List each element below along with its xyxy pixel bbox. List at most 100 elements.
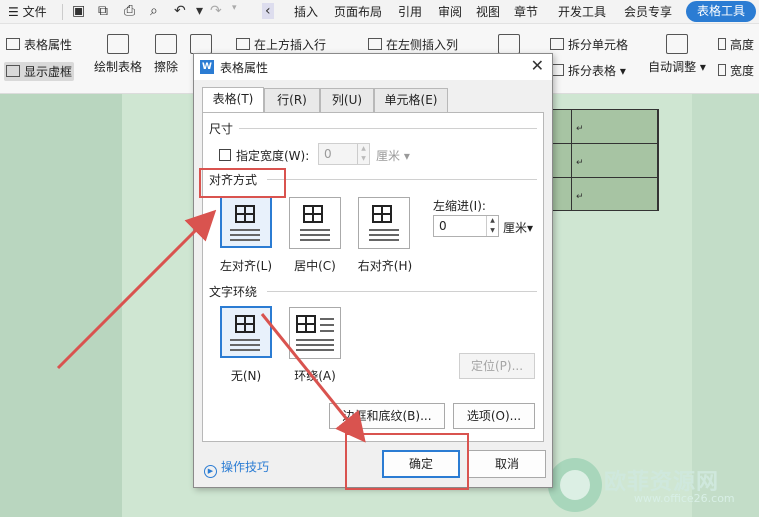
paragraph-mark-icon: ↵ <box>576 192 584 202</box>
wrap-none-option[interactable] <box>220 306 272 358</box>
paragraph-mark-icon: ↵ <box>576 158 584 168</box>
specify-width-label: 指定宽度(W): <box>236 149 310 163</box>
menu-tab-chapter[interactable]: 章节 <box>514 3 538 20</box>
left-indent-value: 0 <box>439 219 447 233</box>
height-field[interactable]: 高度 <box>718 36 754 53</box>
height-label: 高度 <box>730 38 755 52</box>
left-indent-input[interactable]: 0 ▲ ▼ <box>433 215 499 237</box>
table-cell[interactable] <box>571 177 659 211</box>
menu-tab-review[interactable]: 审阅 <box>438 3 462 20</box>
text-line-icon <box>296 349 334 351</box>
gridlines-icon <box>6 65 20 77</box>
draw-table-label: 绘制表格 <box>93 60 142 74</box>
autofit-label: 自动调整 <box>648 60 697 74</box>
delete-table-icon <box>190 34 212 54</box>
paragraph-mark-icon: ↵ <box>576 124 584 134</box>
menu-tab-developer[interactable]: 开发工具 <box>558 3 606 20</box>
redo-icon[interactable]: ↷ <box>210 3 222 19</box>
text-line-icon <box>369 229 399 231</box>
watermark-logo <box>548 458 602 512</box>
save-icon[interactable]: ▣ <box>72 3 85 19</box>
specify-width-checkbox[interactable] <box>219 149 231 161</box>
table-properties-dialog: W 表格属性 ✕ 表格(T) 行(R) 列(U) 单元格(E) 尺寸 指定宽度(… <box>193 53 553 488</box>
file-menu-label: 文件 <box>22 5 47 19</box>
table-cell[interactable] <box>571 109 659 144</box>
text-line-icon <box>369 239 399 241</box>
split-table-label: 拆分表格 <box>568 64 617 78</box>
width-input[interactable]: 0 ▲ ▼ <box>318 143 370 165</box>
split-table-button[interactable]: 拆分表格 ▾ <box>550 62 626 79</box>
dialog-titlebar[interactable]: W 表格属性 ✕ <box>194 54 552 80</box>
indent-unit-select[interactable]: 厘米▾ <box>503 219 533 236</box>
text-line-icon <box>320 330 334 332</box>
tab-table[interactable]: 表格(T) <box>202 87 264 113</box>
document-margin-left <box>0 94 122 517</box>
indent-unit-label: 厘米 <box>503 221 528 235</box>
menu-tab-references[interactable]: 引用 <box>398 3 422 20</box>
align-left-option[interactable] <box>220 196 272 248</box>
tab-column[interactable]: 列(U) <box>320 88 374 112</box>
menu-separator <box>62 4 63 20</box>
close-icon[interactable]: ✕ <box>531 56 544 75</box>
insert-col-left-button[interactable]: 在左侧插入列 <box>368 36 458 53</box>
show-gridlines-button[interactable]: 显示虚框 <box>4 62 75 81</box>
position-button[interactable]: 定位(P)... <box>459 353 535 379</box>
table-properties-icon <box>6 38 20 50</box>
annotation-box-alignment <box>199 168 286 198</box>
autofit-button[interactable]: 自动调整 ▾ <box>648 34 706 75</box>
erase-button[interactable]: 擦除 <box>150 34 182 75</box>
eraser-icon <box>155 34 177 54</box>
width-field[interactable]: 宽度 <box>718 62 754 79</box>
print-icon[interactable]: ⎙ <box>124 3 135 19</box>
scroll-left-icon[interactable]: ‹ <box>262 3 274 19</box>
align-right-option[interactable] <box>358 197 410 249</box>
insert-row-above-button[interactable]: 在上方插入行 <box>236 36 326 53</box>
split-cell-icon <box>550 38 564 50</box>
text-line-icon <box>230 349 260 351</box>
text-line-icon <box>230 344 260 346</box>
wrap-around-label: 环绕(A) <box>294 369 336 383</box>
insert-above-label: 在上方插入行 <box>254 38 327 52</box>
table-properties-button[interactable]: 表格属性 <box>6 36 72 53</box>
text-line-icon <box>296 344 334 346</box>
menu-tab-insert[interactable]: 插入 <box>294 3 318 20</box>
document-table[interactable]: ↵ ↵ ↵ <box>545 109 659 211</box>
width-unit-label: 厘米 <box>376 149 401 163</box>
draw-table-button[interactable]: 绘制表格 <box>92 34 144 75</box>
wrap-around-option[interactable] <box>289 307 341 359</box>
section-divider <box>267 291 537 292</box>
split-cell-button[interactable]: 拆分单元格 <box>550 36 628 53</box>
tab-row[interactable]: 行(R) <box>264 88 320 112</box>
width-unit-select[interactable]: 厘米 ▾ <box>376 147 410 164</box>
undo-icon[interactable]: ↶ <box>174 3 186 19</box>
menu-tab-membership[interactable]: 会员专享 <box>624 3 672 20</box>
menu-tab-layout[interactable]: 页面布局 <box>334 3 382 20</box>
align-center-option[interactable] <box>289 197 341 249</box>
borders-shading-button[interactable]: 边框和底纹(B)... <box>329 403 445 429</box>
autofit-icon <box>666 34 688 54</box>
indent-spinner-icon[interactable]: ▲ ▼ <box>486 216 498 236</box>
table-grid-icon <box>235 315 255 333</box>
undo-dropdown-icon[interactable]: ▾ <box>196 3 203 19</box>
table-cell[interactable] <box>571 143 659 178</box>
insert-col-icon <box>368 38 382 50</box>
document-margin-right <box>692 94 759 517</box>
options-button[interactable]: 选项(O)... <box>453 403 535 429</box>
preview-icon[interactable]: ⌕ <box>150 3 158 19</box>
tab-cell[interactable]: 单元格(E) <box>374 88 448 112</box>
text-line-icon <box>230 234 260 236</box>
redo-dropdown-icon[interactable]: ▾ <box>232 3 237 13</box>
width-spinner-icon[interactable]: ▲ ▼ <box>357 144 369 164</box>
operation-tips-link[interactable]: ▶ 操作技巧 <box>204 458 269 478</box>
menu-tab-view[interactable]: 视图 <box>476 3 500 20</box>
width-label: 宽度 <box>730 64 755 78</box>
cancel-button[interactable]: 取消 <box>468 450 546 478</box>
export-icon[interactable]: ⧉ <box>98 3 108 19</box>
align-left-label: 左对齐(L) <box>219 259 273 273</box>
menu-tab-table-tools[interactable]: 表格工具 <box>686 1 756 22</box>
size-section-label: 尺寸 <box>209 120 238 137</box>
text-line-icon <box>300 239 330 241</box>
table-tab-panel: 尺寸 指定宽度(W): 0 ▲▼ 厘米 ▾ 对齐方式 左对齐(L) 居中(C) <box>202 112 544 442</box>
play-icon: ▶ <box>204 465 217 478</box>
file-menu[interactable]: ☰ 文件 <box>8 3 47 20</box>
